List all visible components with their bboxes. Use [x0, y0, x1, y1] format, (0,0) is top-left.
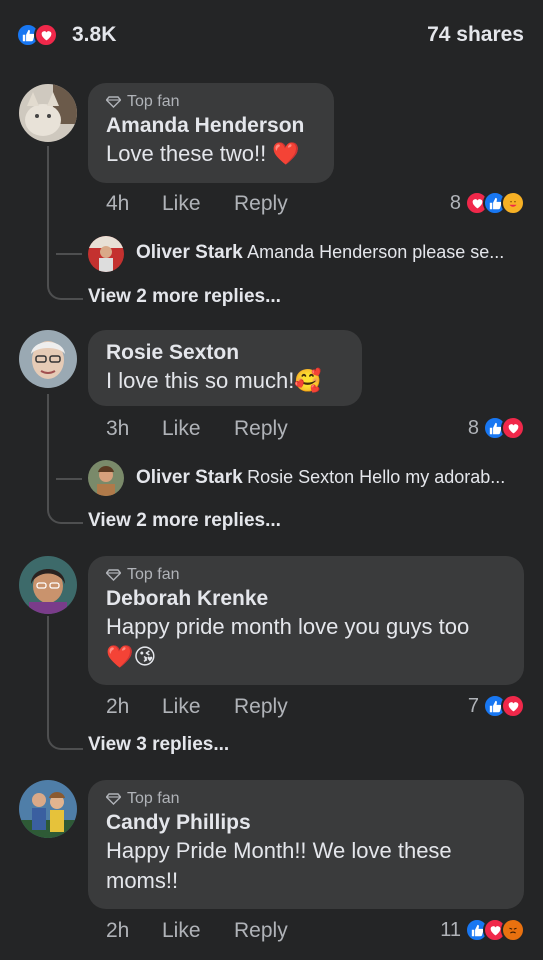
thread-line — [47, 616, 49, 698]
comment-time[interactable]: 2h — [106, 919, 162, 943]
top-fan-badge: Top fan — [106, 566, 506, 584]
comment-text: Love these two!! ❤️ — [106, 141, 300, 166]
like-button[interactable]: Like — [162, 695, 234, 719]
comment-reactions[interactable]: 7 — [468, 694, 525, 718]
thread-connector — [47, 694, 83, 750]
reply-button[interactable]: Reply — [234, 192, 288, 216]
reply-author[interactable]: Oliver Stark — [136, 242, 243, 263]
avatar[interactable] — [88, 460, 124, 496]
top-fan-badge: Top fan — [106, 93, 316, 111]
comment-text-emoji: ❤️😘 — [106, 644, 157, 669]
reaction-count[interactable]: 3.8K — [72, 23, 116, 47]
comment-time[interactable]: 3h — [106, 417, 162, 441]
comment-text: Happy pride month love you guys too — [106, 614, 470, 639]
thread-connector — [47, 464, 83, 524]
avatar[interactable] — [19, 84, 77, 142]
diamond-icon — [106, 793, 121, 805]
header-reactions[interactable] — [16, 23, 58, 47]
comment-time[interactable]: 2h — [106, 695, 162, 719]
love-reaction-icon — [501, 694, 525, 718]
comment-actions: 3h Like Reply — [106, 417, 288, 441]
top-fan-label: Top fan — [127, 93, 180, 110]
view-more-replies-link[interactable]: View 2 more replies... — [88, 510, 281, 532]
comment-text: Happy Pride Month!! We love these — [106, 838, 452, 863]
avatar[interactable] — [88, 236, 124, 272]
comment-bubble[interactable]: Top fan Amanda Henderson Love these two!… — [88, 83, 334, 183]
comment-reaction-count: 8 — [467, 416, 479, 439]
reply-connector — [56, 478, 82, 480]
reply-preview[interactable]: Oliver Stark Rosie Sexton Hello my adora… — [136, 467, 505, 489]
reply-button[interactable]: Reply — [234, 695, 288, 719]
comment-actions: 2h Like Reply — [106, 695, 288, 719]
diamond-icon — [106, 96, 121, 108]
comment-reaction-count: 11 — [440, 918, 461, 941]
top-fan-label: Top fan — [127, 790, 180, 807]
thread-connector — [47, 240, 83, 300]
avatar[interactable] — [19, 780, 77, 838]
like-button[interactable]: Like — [162, 919, 234, 943]
comment-bubble[interactable]: Rosie Sexton I love this so much!🥰 — [88, 330, 362, 406]
thread-line — [47, 146, 49, 244]
love-reaction-icon — [34, 23, 58, 47]
reply-button[interactable]: Reply — [234, 919, 288, 943]
comment-reaction-count: 7 — [467, 694, 479, 717]
top-fan-badge: Top fan — [106, 790, 506, 808]
love-reaction-icon — [501, 416, 525, 440]
thread-line — [47, 394, 49, 468]
reply-text: Amanda Henderson please se... — [247, 242, 505, 262]
like-button[interactable]: Like — [162, 417, 234, 441]
reply-author[interactable]: Oliver Stark — [136, 467, 243, 488]
top-fan-label: Top fan — [127, 566, 180, 583]
comment-bubble[interactable]: Top fan Deborah Krenke Happy pride month… — [88, 556, 524, 685]
comment-reactions[interactable]: 11 — [440, 918, 525, 942]
view-more-replies-link[interactable]: View 2 more replies... — [88, 286, 281, 308]
commenter-name[interactable]: Amanda Henderson — [106, 113, 316, 139]
comment-bubble[interactable]: Top fan Candy Phillips Happy Pride Month… — [88, 780, 524, 909]
comment-time[interactable]: 4h — [106, 192, 162, 216]
comment-reactions[interactable]: 8 — [450, 191, 525, 215]
comment-actions: 4h Like Reply — [106, 192, 288, 216]
comment-reaction-count: 8 — [449, 191, 461, 214]
comment-text-line2: moms!! — [106, 868, 179, 893]
comment-text: I love this so much!🥰 — [106, 368, 322, 393]
diamond-icon — [106, 569, 121, 581]
comment-reactions[interactable]: 8 — [468, 416, 525, 440]
shares-count[interactable]: 74 shares — [427, 23, 524, 47]
avatar[interactable] — [19, 556, 77, 614]
commenter-name[interactable]: Rosie Sexton — [106, 340, 344, 366]
commenter-name[interactable]: Candy Phillips — [106, 810, 506, 836]
avatar[interactable] — [19, 330, 77, 388]
reply-connector — [56, 253, 82, 255]
comment-actions: 2h Like Reply — [106, 919, 288, 943]
care-reaction-icon — [501, 191, 525, 215]
reply-button[interactable]: Reply — [234, 417, 288, 441]
like-button[interactable]: Like — [162, 192, 234, 216]
angry-reaction-icon — [501, 918, 525, 942]
commenter-name[interactable]: Deborah Krenke — [106, 586, 506, 612]
reply-text: Rosie Sexton Hello my adorab... — [247, 467, 506, 487]
view-replies-link[interactable]: View 3 replies... — [88, 734, 229, 756]
reply-preview[interactable]: Oliver Stark Amanda Henderson please se.… — [136, 242, 504, 264]
